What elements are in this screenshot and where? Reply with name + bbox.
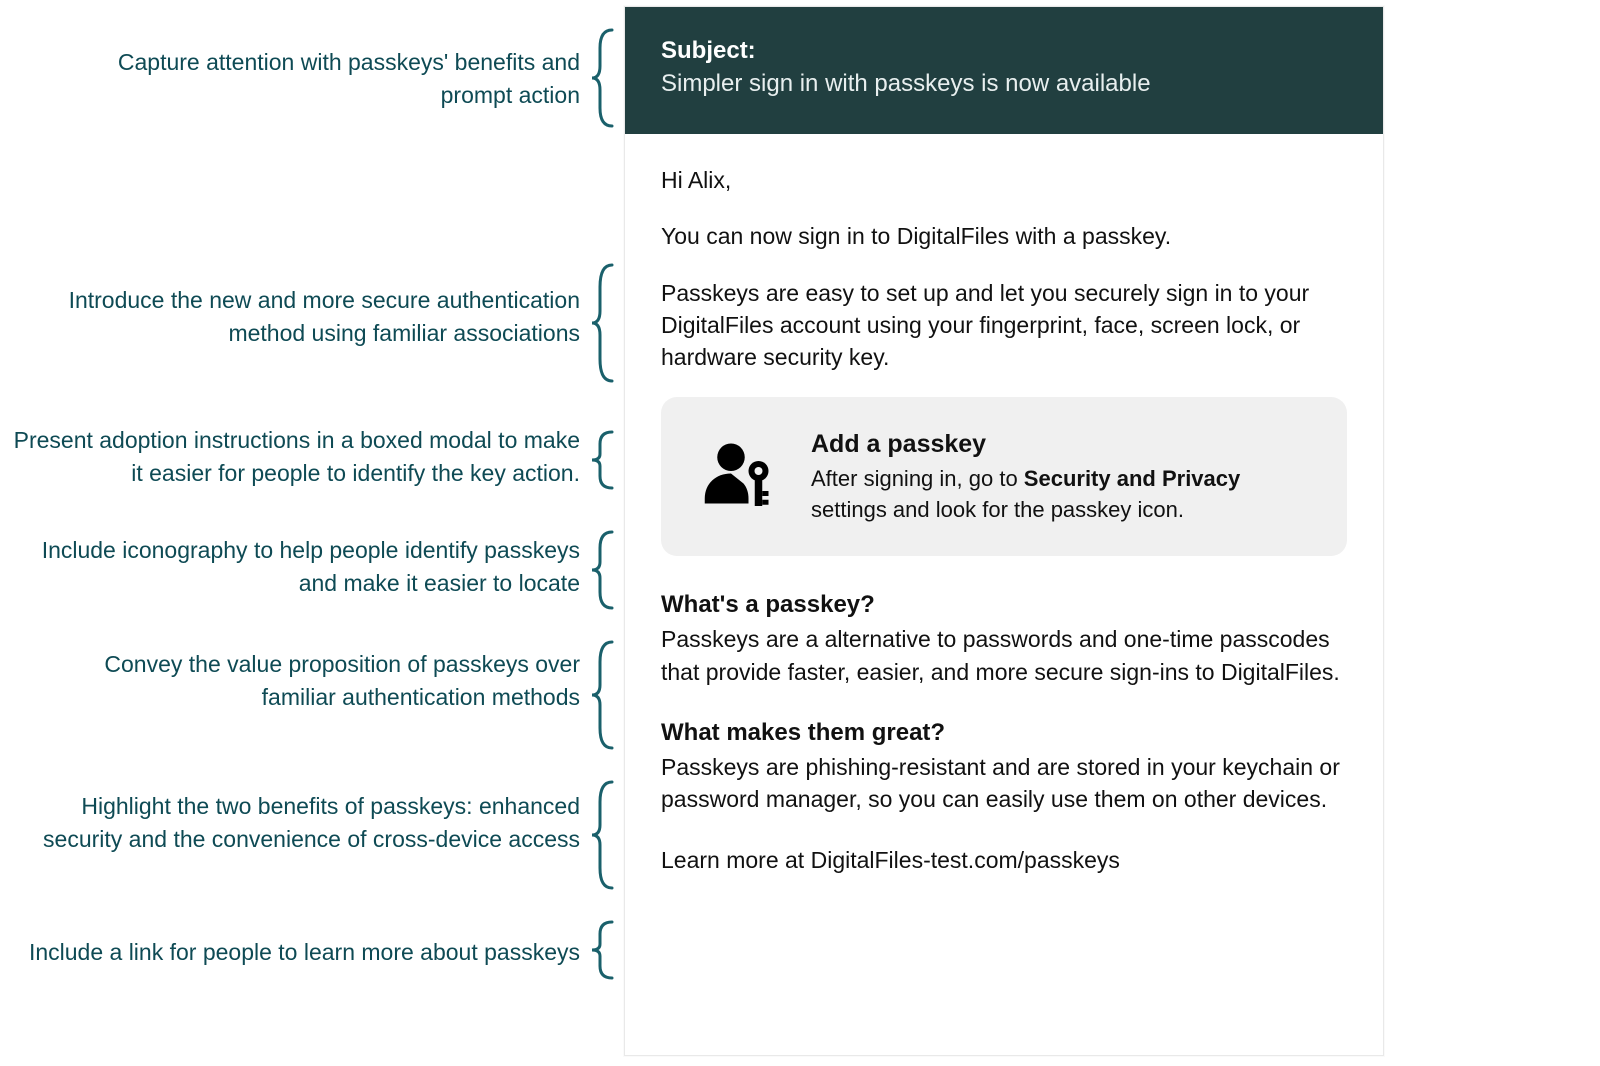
annotation-4: Include iconography to help people ident… <box>0 534 580 601</box>
section-what-makes-them-great-title: What makes them great? <box>661 716 1347 750</box>
callout-desc-after: settings and look for the passkey icon. <box>811 497 1184 522</box>
callout-title: Add a passkey <box>811 427 1313 462</box>
callout-text: Add a passkey After signing in, go to Se… <box>811 427 1313 526</box>
annotation-2: Introduce the new and more secure authen… <box>10 284 580 351</box>
intro-paragraph: You can now sign in to DigitalFiles with… <box>661 220 1347 252</box>
email-header: Subject: Simpler sign in with passkeys i… <box>625 7 1383 134</box>
annotation-5: Convey the value proposition of passkeys… <box>40 648 580 715</box>
learn-more-link[interactable]: DigitalFiles-test.com/passkeys <box>811 847 1120 873</box>
callout-desc-before: After signing in, go to <box>811 466 1024 491</box>
email-card: Subject: Simpler sign in with passkeys i… <box>624 6 1384 1056</box>
bracket-icon <box>592 530 618 615</box>
section-whats-a-passkey-title: What's a passkey? <box>661 588 1347 622</box>
learn-more-line: Learn more at DigitalFiles-test.com/pass… <box>661 844 1347 876</box>
bracket-icon <box>592 28 618 133</box>
annotation-6: Highlight the two benefits of passkeys: … <box>0 790 580 857</box>
bracket-icon <box>592 263 618 388</box>
subject-line: Simpler sign in with passkeys is now ava… <box>661 70 1151 97</box>
description-paragraph: Passkeys are easy to set up and let you … <box>661 277 1347 374</box>
callout-desc-bold: Security and Privacy <box>1024 466 1240 491</box>
email-body: Hi Alix, You can now sign in to DigitalF… <box>625 134 1383 876</box>
annotation-3: Present adoption instructions in a boxed… <box>10 424 580 491</box>
greeting: Hi Alix, <box>661 164 1347 196</box>
section-whats-a-passkey-text: Passkeys are a alternative to passwords … <box>661 623 1347 687</box>
annotation-7: Include a link for people to learn more … <box>0 936 580 969</box>
bracket-icon <box>592 920 618 985</box>
bracket-icon <box>592 780 618 895</box>
bracket-icon <box>592 640 618 755</box>
section-what-makes-them-great-text: Passkeys are phishing-resistant and are … <box>661 751 1347 815</box>
bracket-icon <box>592 430 618 495</box>
person-passkey-icon <box>701 436 781 516</box>
subject-label: Subject: <box>661 37 1347 66</box>
callout-description: After signing in, go to Security and Pri… <box>811 464 1313 526</box>
learn-more-prefix: Learn more at <box>661 847 811 873</box>
annotation-1: Capture attention with passkeys' benefit… <box>60 46 580 113</box>
add-passkey-callout: Add a passkey After signing in, go to Se… <box>661 397 1347 556</box>
